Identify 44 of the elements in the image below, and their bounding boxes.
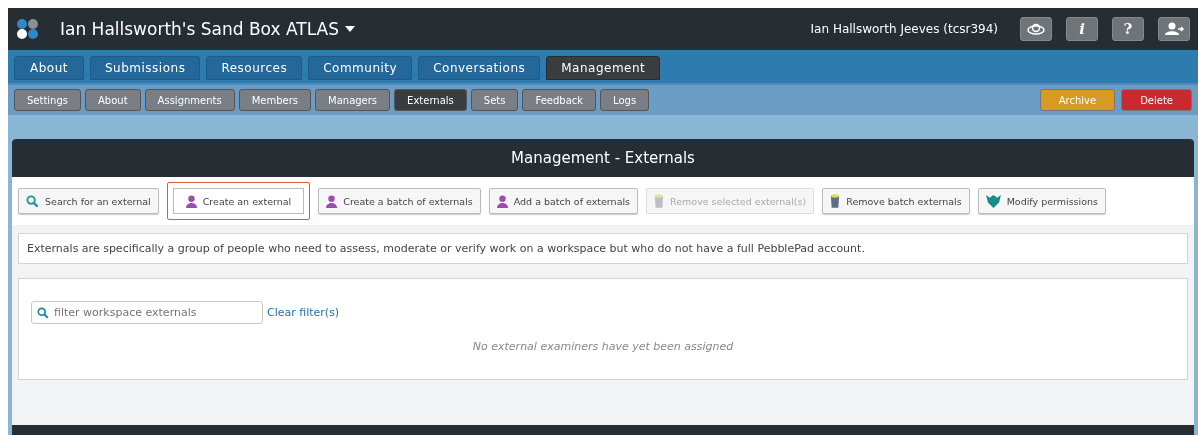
logout-icon bbox=[1164, 22, 1184, 36]
clear-filter-link[interactable]: Clear filter(s) bbox=[267, 306, 340, 319]
sub-tab[interactable]: Sets bbox=[470, 89, 519, 111]
sub-tab[interactable]: Assignments bbox=[144, 89, 235, 111]
toolbar-button[interactable]: Add a batch of externals bbox=[488, 188, 639, 214]
site-title[interactable]: Ian Hallsworth's Sand Box ATLAS bbox=[60, 19, 339, 39]
nav-tab[interactable]: About bbox=[14, 56, 84, 80]
user-name: Ian Hallsworth Jeeves (tcsr394) bbox=[810, 22, 998, 36]
bin-icon bbox=[654, 194, 665, 208]
person-icon bbox=[496, 194, 508, 208]
logout-button[interactable] bbox=[1158, 17, 1190, 41]
help-button[interactable]: ? bbox=[1112, 17, 1144, 41]
toolbar-button[interactable]: Remove batch externals bbox=[822, 188, 970, 214]
sub-tab[interactable]: About bbox=[85, 89, 141, 111]
toolbar-button[interactable]: Create an external bbox=[166, 182, 311, 220]
sub-tab[interactable]: Settings bbox=[14, 89, 81, 111]
bin-icon bbox=[830, 194, 841, 208]
person-icon bbox=[326, 194, 338, 208]
empty-message: No external examiners have yet been assigned bbox=[472, 340, 734, 353]
nav-tab[interactable]: Conversations bbox=[418, 56, 541, 80]
nav-tab[interactable]: Resources bbox=[206, 56, 303, 80]
nav-tab[interactable]: Management bbox=[546, 56, 661, 80]
toolbar-button[interactable]: Search for an external bbox=[18, 188, 159, 214]
sub-tab[interactable]: Externals bbox=[394, 89, 467, 111]
caret-icon[interactable] bbox=[344, 26, 355, 32]
nav-tab[interactable]: Community bbox=[308, 56, 413, 80]
sub-tab[interactable]: Members bbox=[238, 89, 312, 111]
delete-button[interactable]: Delete bbox=[1121, 89, 1192, 111]
cloud-icon bbox=[1026, 23, 1046, 35]
sub-tab[interactable]: Logs bbox=[600, 89, 650, 111]
cloud-button[interactable] bbox=[1020, 17, 1052, 41]
sub-tab[interactable]: Feedback bbox=[522, 89, 597, 111]
toolbar-button[interactable]: Modify permissions bbox=[977, 188, 1106, 214]
sub-tab[interactable]: Managers bbox=[315, 89, 391, 111]
search-icon bbox=[26, 194, 39, 208]
info-button[interactable]: i bbox=[1066, 17, 1098, 41]
toolbar-button[interactable]: Create a batch of externals bbox=[318, 188, 481, 214]
filter-field[interactable]: filter workspace externals bbox=[31, 301, 263, 324]
person-icon bbox=[185, 194, 197, 208]
logo-icon bbox=[16, 18, 40, 40]
nav-tab[interactable]: Submissions bbox=[90, 56, 201, 80]
shield-icon bbox=[985, 194, 1001, 208]
panel-title: Management - Externals bbox=[511, 149, 695, 167]
description-text: Externals are specifically a group of people who need to assess, moderate or verify work on a workspace but who do not have a full PebblePad account. bbox=[27, 242, 865, 255]
